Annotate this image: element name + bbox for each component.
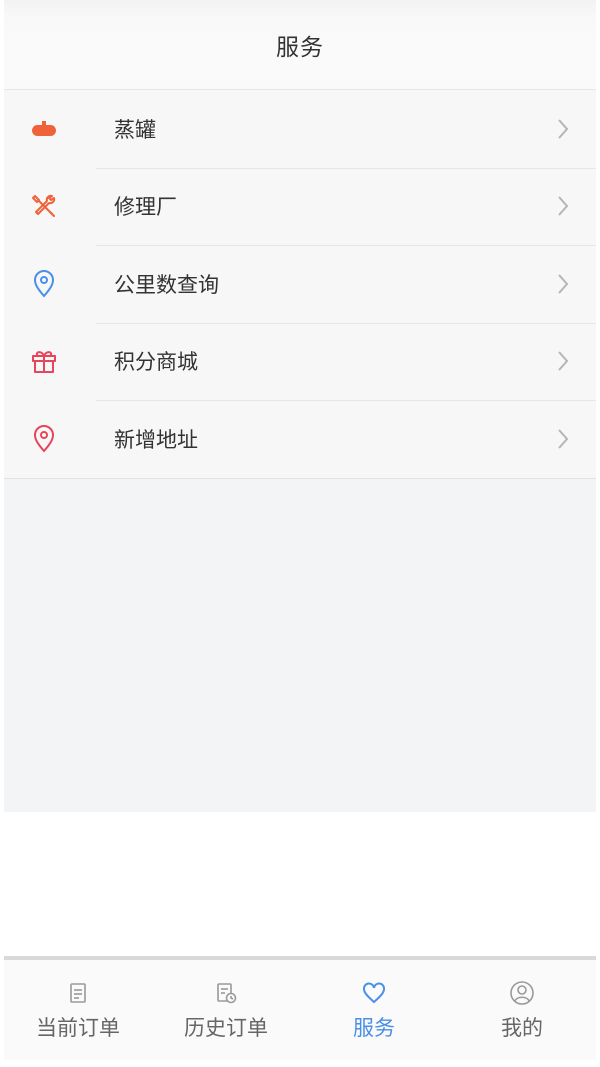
page-title: 服务 — [276, 34, 324, 61]
tab-mine[interactable]: 我的 — [448, 960, 596, 1060]
menu-item-add-address[interactable]: 新增地址 — [4, 400, 596, 478]
content-area: 蒸罐 修理厂 公里数查询 积分商城 新增地址 — [4, 90, 596, 812]
gift-icon — [29, 346, 59, 376]
menu-item-label: 蒸罐 — [114, 117, 156, 142]
bottom-tab-bar: 当前订单 历史订单 服务 我的 — [4, 956, 596, 1060]
chevron-right-icon — [558, 429, 569, 449]
chevron-right-icon — [558, 119, 569, 139]
location-pin-icon — [29, 424, 59, 454]
service-menu-list: 蒸罐 修理厂 公里数查询 积分商城 新增地址 — [4, 90, 596, 479]
tab-label: 历史订单 — [184, 1016, 268, 1040]
menu-item-label: 积分商城 — [114, 350, 198, 375]
chevron-right-icon — [558, 351, 569, 371]
bottom-strip — [0, 1060, 600, 1067]
menu-item-repair-shop[interactable]: 修理厂 — [4, 167, 596, 246]
header-bar: 服务 — [4, 0, 596, 90]
user-icon — [510, 981, 534, 1005]
tab-services[interactable]: 服务 — [300, 960, 448, 1060]
menu-item-points-mall[interactable]: 积分商城 — [4, 322, 596, 401]
tab-label: 当前订单 — [36, 1016, 120, 1040]
menu-item-tank[interactable]: 蒸罐 — [4, 90, 596, 168]
tab-history-orders[interactable]: 历史订单 — [152, 960, 300, 1060]
tab-current-orders[interactable]: 当前订单 — [4, 960, 152, 1060]
heart-icon — [363, 982, 385, 1004]
clipboard-icon — [70, 983, 86, 1003]
tab-label: 服务 — [353, 1016, 395, 1040]
menu-item-label: 公里数查询 — [114, 272, 219, 297]
history-icon — [217, 983, 237, 1004]
menu-item-label: 修理厂 — [114, 195, 177, 220]
chevron-right-icon — [558, 196, 569, 216]
menu-item-mileage-query[interactable]: 公里数查询 — [4, 245, 596, 323]
tank-icon — [29, 114, 59, 144]
menu-item-label: 新增地址 — [114, 427, 198, 452]
location-pin-icon — [29, 269, 59, 299]
tab-label: 我的 — [501, 1016, 543, 1040]
tools-icon — [29, 191, 59, 221]
chevron-right-icon — [558, 274, 569, 294]
